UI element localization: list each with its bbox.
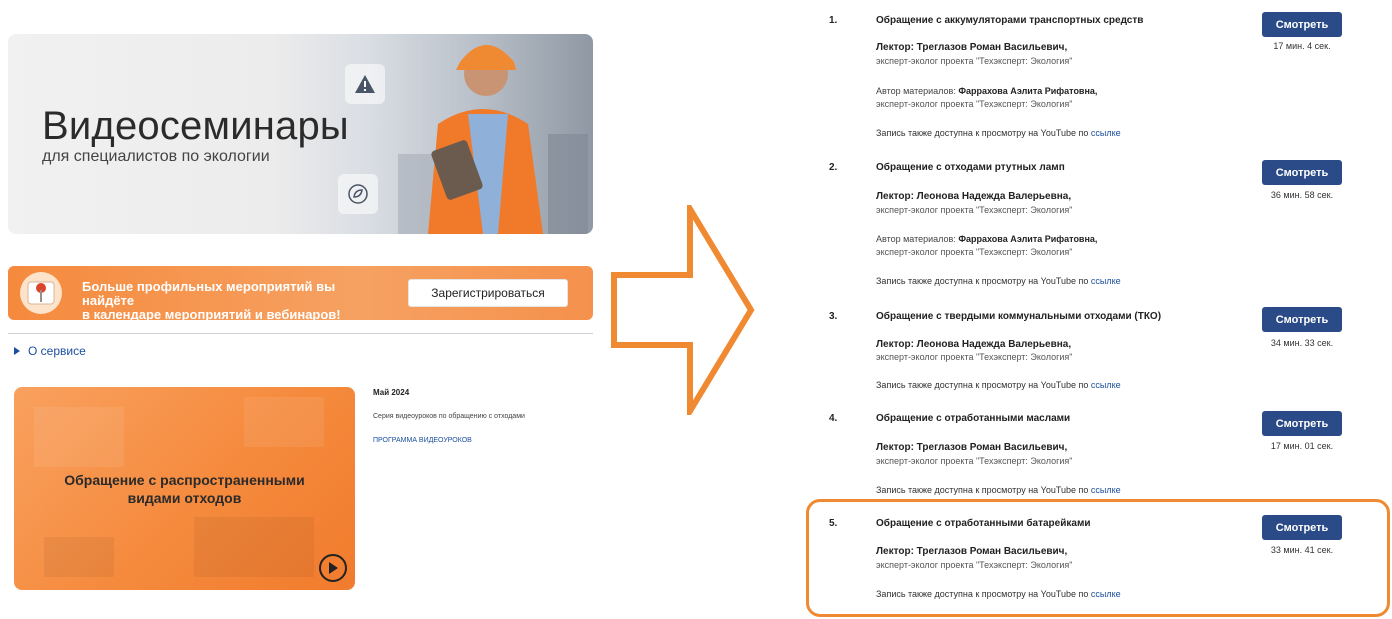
lesson-lecturer: Лектор: Леонова Надежда Валерьевна, [876, 191, 1072, 202]
youtube-link[interactable]: ссылке [1091, 128, 1121, 138]
author-name: Фаррахова Аэлита Рифатовна, [958, 86, 1098, 96]
about-service-label: О сервисе [28, 344, 86, 358]
youtube-note-text: Запись также доступна к просмотру на You… [876, 589, 1091, 599]
youtube-link[interactable]: ссылке [1091, 589, 1121, 599]
hero-banner: Видеосеминары для специалистов по эколог… [8, 34, 593, 234]
lesson-duration: 17 мин. 4 сек. [1273, 41, 1331, 51]
author-name: Фаррахова Аэлита Рифатовна, [958, 234, 1098, 244]
lesson-title: Обращение с отработанными маслами [876, 413, 1071, 424]
lesson-number: 3. [829, 311, 838, 322]
arrow-right-icon [611, 205, 755, 415]
author-role: эксперт-эколог проекта "Техэксперт: Экол… [876, 99, 1073, 109]
youtube-note: Запись также доступна к просмотру на You… [876, 128, 1121, 138]
lecturer-role: эксперт-эколог проекта "Техэксперт: Экол… [876, 352, 1073, 362]
publication-date: Май 2024 [373, 388, 410, 397]
youtube-note-text: Запись также доступна к просмотру на You… [876, 128, 1091, 138]
author-prefix: Автор материалов: [876, 234, 959, 244]
lesson-lecturer: Лектор: Треглазов Роман Васильевич, [876, 442, 1068, 453]
engineer-photo [398, 45, 588, 234]
youtube-link[interactable]: ссылке [1091, 276, 1121, 286]
lesson-duration: 36 мин. 58 сек. [1270, 190, 1334, 200]
banner-title: Видеосеминары [42, 104, 349, 148]
lesson-duration: 17 мин. 01 сек. [1270, 441, 1334, 451]
lesson-number: 4. [829, 413, 838, 424]
about-service-toggle[interactable]: О сервисе [14, 344, 86, 358]
youtube-note: Запись также доступна к просмотру на You… [876, 485, 1121, 495]
divider [8, 333, 593, 334]
pin-icon [27, 281, 55, 305]
card-title-line2: видами отходов [127, 490, 242, 506]
lesson-number: 2. [829, 162, 838, 173]
eco-leaf-icon [348, 184, 368, 204]
triangle-right-icon [14, 347, 20, 355]
lesson-lecturer: Лектор: Треглазов Роман Васильевич, [876, 42, 1068, 53]
warning-icon [355, 75, 375, 93]
watch-button[interactable]: Смотреть [1262, 12, 1342, 37]
watch-button[interactable]: Смотреть [1262, 307, 1342, 332]
lesson-title: Обращение с аккумуляторами транспортных … [876, 15, 1144, 26]
series-description: Серия видеоуроков по обращению с отходам… [373, 413, 525, 420]
promo-text-line2: в календаре мероприятий и вебинаров! [82, 307, 341, 322]
lesson-duration: 34 мин. 33 сек. [1270, 338, 1334, 348]
youtube-note: Запись также доступна к просмотру на You… [876, 276, 1121, 286]
warning-tile [345, 64, 385, 104]
lesson-lecturer: Лектор: Леонова Надежда Валерьевна, [876, 339, 1072, 350]
promo-text: Больше профильных мероприятий вы найдёте… [82, 280, 382, 322]
watch-button[interactable]: Смотреть [1262, 411, 1342, 436]
youtube-link[interactable]: ссылке [1091, 380, 1121, 390]
lesson-duration: 33 мин. 41 сек. [1270, 545, 1334, 555]
lesson-number: 5. [829, 518, 838, 529]
youtube-note: Запись также доступна к просмотру на You… [876, 380, 1121, 390]
calendar-pin-image [20, 272, 62, 314]
lesson-title: Обращение с отходами ртутных ламп [876, 162, 1065, 173]
play-icon [329, 562, 338, 574]
register-button[interactable]: Зарегистрироваться [408, 279, 568, 307]
youtube-note-text: Запись также доступна к просмотру на You… [876, 485, 1091, 495]
watch-button[interactable]: Смотреть [1262, 160, 1342, 185]
lesson-lecturer: Лектор: Треглазов Роман Васильевич, [876, 546, 1068, 557]
author-prefix: Автор материалов: [876, 86, 959, 96]
events-promo-bar: Больше профильных мероприятий вы найдёте… [8, 266, 593, 322]
lecturer-role: эксперт-эколог проекта "Техэксперт: Экол… [876, 560, 1073, 570]
materials-author: Автор материалов: Фаррахова Аэлита Рифат… [876, 86, 1097, 96]
lecturer-role: эксперт-эколог проекта "Техэксперт: Экол… [876, 205, 1073, 215]
card-title: Обращение с распространенными видами отх… [14, 471, 355, 507]
video-card[interactable]: Обращение с распространенными видами отх… [14, 387, 355, 590]
lecturer-role: эксперт-эколог проекта "Техэксперт: Экол… [876, 56, 1073, 66]
program-link[interactable]: ПРОГРАММА ВИДЕОУРОКОВ [373, 437, 472, 444]
eco-tile [338, 174, 378, 214]
youtube-note: Запись также доступна к просмотру на You… [876, 589, 1121, 599]
lesson-title: Обращение с твердыми коммунальными отход… [876, 311, 1162, 322]
author-role: эксперт-эколог проекта "Техэксперт: Экол… [876, 247, 1073, 257]
lecturer-role: эксперт-эколог проекта "Техэксперт: Экол… [876, 456, 1073, 466]
materials-author: Автор материалов: Фаррахова Аэлита Рифат… [876, 234, 1097, 244]
watch-button[interactable]: Смотреть [1262, 515, 1342, 540]
youtube-note-text: Запись также доступна к просмотру на You… [876, 380, 1091, 390]
promo-text-line1: Больше профильных мероприятий вы найдёте [82, 279, 336, 308]
youtube-link[interactable]: ссылке [1091, 485, 1121, 495]
play-button[interactable] [319, 554, 347, 582]
lesson-number: 1. [829, 15, 838, 26]
lesson-title: Обращение с отработанными батарейками [876, 518, 1091, 529]
youtube-note-text: Запись также доступна к просмотру на You… [876, 276, 1091, 286]
card-title-line1: Обращение с распространенными [64, 472, 305, 488]
banner-subtitle: для специалистов по экологии [42, 148, 270, 165]
